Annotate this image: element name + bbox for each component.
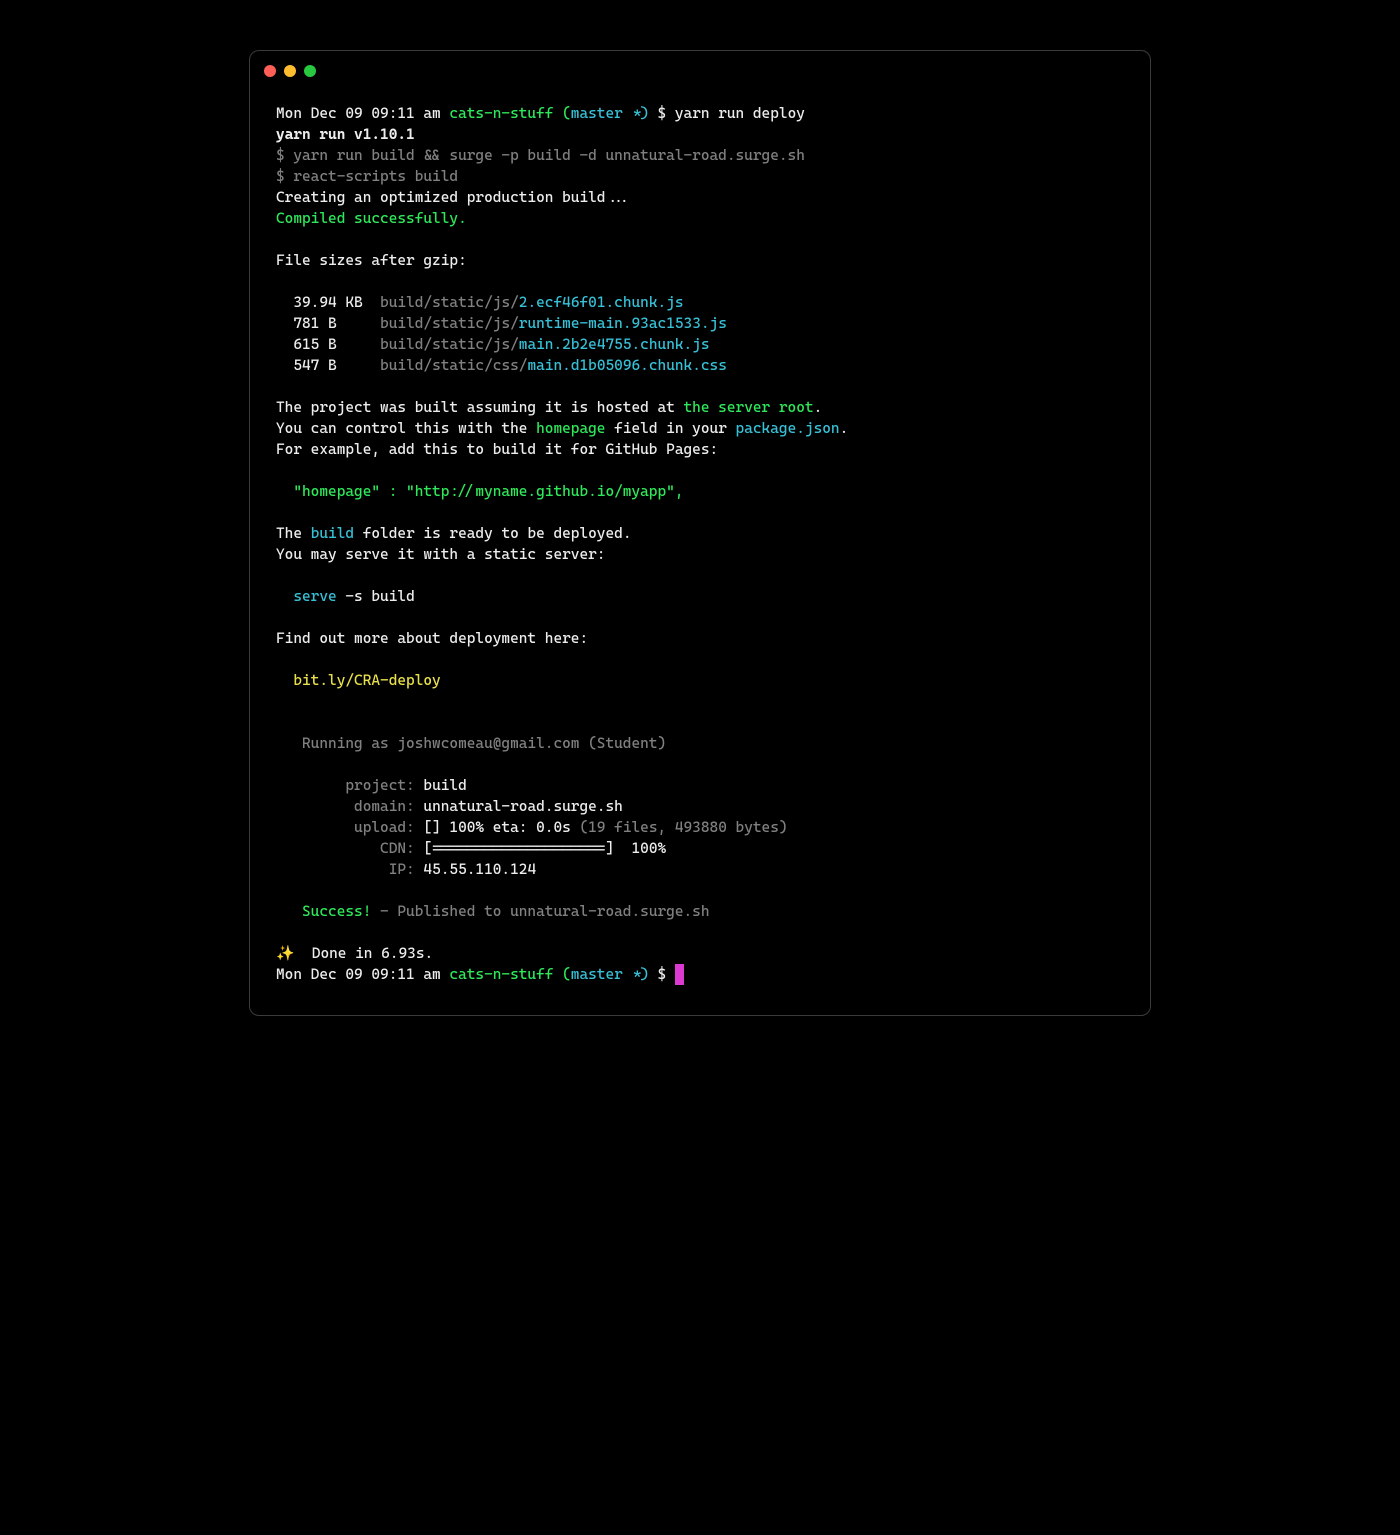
prompt-datetime: Mon Dec 09 09:11 am: [276, 105, 441, 122]
file-path-name: 2.ecf46f01.chunk.js: [519, 294, 684, 311]
cursor-icon: [675, 964, 684, 985]
control-text: You can control this with the: [276, 420, 536, 437]
surge-domain-val: unnatural-road.surge.sh: [415, 798, 623, 815]
package-json-highlight: package.json: [736, 420, 840, 437]
file-path-prefix: build/static/js/: [380, 294, 519, 311]
homepage-highlight: homepage: [536, 420, 605, 437]
branch-paren-close: ): [640, 966, 649, 983]
minimize-icon[interactable]: [284, 65, 296, 77]
prompt-symbol: $: [649, 966, 675, 983]
surge-ip-val: 45.55.110.124: [415, 861, 536, 878]
prompt-project: cats-n-stuff: [449, 966, 553, 983]
ghpages-hint: For example, add this to build it for Gi…: [276, 441, 718, 458]
file-path-prefix: build/static/js/: [380, 315, 519, 332]
find-out-msg: Find out more about deployment here:: [276, 630, 588, 647]
build-folder-highlight: build: [311, 525, 354, 542]
done-msg: Done in 6.93s.: [303, 945, 433, 962]
branch-paren-open: (: [562, 966, 571, 983]
terminal-window: Mon Dec 09 09:11 am cats-n-stuff (master…: [249, 50, 1151, 1016]
maximize-icon[interactable]: [304, 65, 316, 77]
control-mid: field in your: [605, 420, 735, 437]
file-size: 615 B: [293, 336, 336, 353]
terminal-output[interactable]: Mon Dec 09 09:11 am cats-n-stuff (master…: [250, 85, 1150, 1015]
surge-upload-key: upload:: [276, 819, 415, 836]
hosted-suffix: .: [814, 399, 823, 416]
surge-upload-meta: (19 files, 493880 bytes): [571, 819, 788, 836]
file-path-prefix: build/static/css/: [380, 357, 527, 374]
compiled-success-msg: Compiled successfully.: [276, 210, 467, 227]
prompt-branch: master *: [571, 966, 640, 983]
build-ready-pre: The: [276, 525, 311, 542]
surge-cdn-val: [====================] 100%: [415, 840, 666, 857]
surge-project-val: build: [415, 777, 467, 794]
close-icon[interactable]: [264, 65, 276, 77]
build-ready-post: folder is ready to be deployed.: [354, 525, 631, 542]
prompt-symbol: $: [649, 105, 675, 122]
window-controls: [250, 51, 1150, 85]
creating-build-msg: Creating an optimized production build..…: [276, 189, 631, 206]
surge-ip-key: IP:: [276, 861, 415, 878]
branch-paren-open: (: [562, 105, 571, 122]
homepage-example: "homepage" : "http://myname.github.io/my…: [276, 483, 684, 500]
surge-domain-key: domain:: [276, 798, 415, 815]
prompt-branch: master *: [571, 105, 640, 122]
branch-paren-close: ): [640, 105, 649, 122]
surge-cdn-key: CDN:: [276, 840, 415, 857]
build-command-echo: $ yarn run build && surge -p build -d un…: [276, 147, 805, 164]
control-suffix: .: [840, 420, 849, 437]
surge-running-as: Running as joshwcomeau@gmail.com (Studen…: [276, 735, 666, 752]
react-scripts-echo: $ react-scripts build: [276, 168, 458, 185]
serve-command: serve: [293, 588, 336, 605]
surge-success-rest: - Published to unnatural-road.surge.sh: [371, 903, 709, 920]
file-path-name: main.d1b05096.chunk.css: [527, 357, 726, 374]
file-size: 781 B: [293, 315, 336, 332]
prompt-command: yarn run deploy: [675, 105, 805, 122]
file-size: 39.94 KB: [293, 294, 362, 311]
file-path-name: main.2b2e4755.chunk.js: [519, 336, 710, 353]
server-root-highlight: the server root: [684, 399, 814, 416]
surge-upload-val: [] 100% eta: 0.0s: [415, 819, 571, 836]
serve-msg: You may serve it with a static server:: [276, 546, 605, 563]
file-path-prefix: build/static/js/: [380, 336, 519, 353]
surge-success-label: Success!: [276, 903, 371, 920]
file-sizes-header: File sizes after gzip:: [276, 252, 467, 269]
surge-project-key: project:: [276, 777, 415, 794]
hosted-text: The project was built assuming it is hos…: [276, 399, 684, 416]
yarn-version: yarn run v1.10.1: [276, 126, 415, 143]
deploy-link: bit.ly/CRA-deploy: [276, 672, 441, 689]
file-size: 547 B: [293, 357, 336, 374]
serve-args: -s build: [337, 588, 415, 605]
file-path-name: runtime-main.93ac1533.js: [519, 315, 727, 332]
prompt-datetime: Mon Dec 09 09:11 am: [276, 966, 441, 983]
sparkle-icon: ✨: [276, 945, 303, 962]
prompt-project: cats-n-stuff: [449, 105, 553, 122]
